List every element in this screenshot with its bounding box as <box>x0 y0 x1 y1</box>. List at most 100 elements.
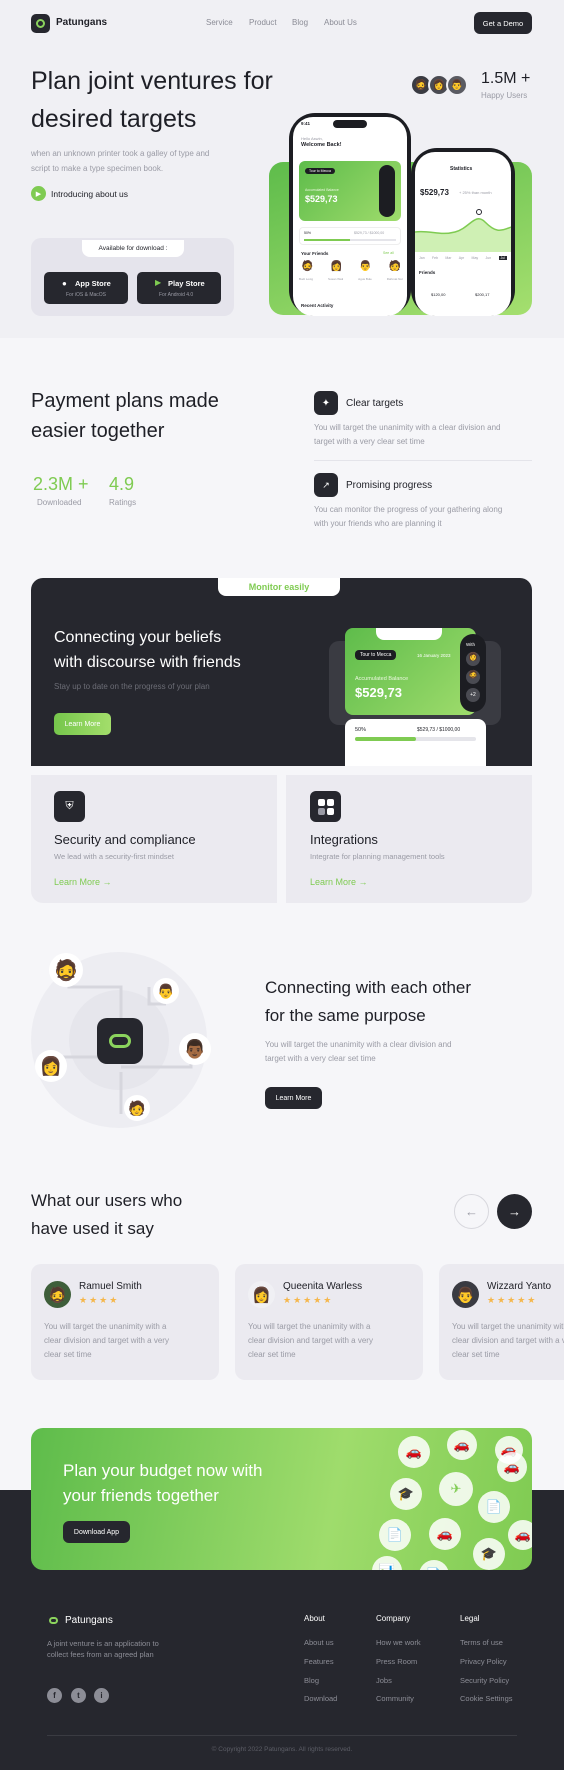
monitor-learn-more-button[interactable]: Learn More <box>54 713 111 735</box>
phone-welcome: Welcome Back! <box>301 142 342 148</box>
phone-progress-track <box>304 239 396 241</box>
friend-avatar: 🧑 <box>388 261 401 272</box>
footer-link[interactable]: Download <box>304 1694 337 1703</box>
rating-stars: ★★★★★ <box>283 1295 334 1305</box>
testimonial-line: You will target the unanimity with a <box>248 1322 371 1331</box>
integrations-desc: Integrate for planning management tools <box>310 852 445 861</box>
month-label: Mar <box>445 256 452 260</box>
hero-title-line2: desired targets <box>31 105 197 133</box>
connect-desc-line: target with a very clear set time <box>265 1054 376 1063</box>
footer-logo[interactable] <box>47 1614 60 1627</box>
testimonials-title-line1: What our users who <box>31 1191 183 1210</box>
play-store-button[interactable]: ▶ Play Store For Android 4.0 <box>137 272 221 304</box>
security-learn-more-link[interactable]: Learn More → <box>54 877 112 887</box>
footer-link[interactable]: Blog <box>304 1676 319 1685</box>
footer-link[interactable]: How we work <box>376 1638 421 1647</box>
monitor-date: 16 January 2023 <box>417 653 451 658</box>
phone-left: 9:41 Hello Aswin, Welcome Back! Tour to … <box>289 113 411 316</box>
testimonial-line: clear set time <box>452 1350 500 1359</box>
plane-icon: ✈ <box>439 1472 473 1506</box>
phone-right: Statistics $529,73 + 25% than month Jan F… <box>411 148 515 316</box>
feature-clear-targets-title: Clear targets <box>346 398 404 409</box>
document-icon: 📄 <box>478 1491 510 1523</box>
connect-learn-more-button[interactable]: Learn More <box>265 1087 322 1109</box>
footer-link[interactable]: Features <box>304 1657 334 1666</box>
nav-product[interactable]: Product <box>249 18 277 27</box>
payment-title-line2: easier together <box>31 420 165 442</box>
arrow-right-icon: → <box>102 877 112 887</box>
connect-desc-line: You will target the unanimity with a cle… <box>265 1040 452 1049</box>
monitor-with-label: With <box>466 642 475 647</box>
phone-friends-strip <box>379 165 395 217</box>
nav-about-us[interactable]: About Us <box>324 18 357 27</box>
grid-icon <box>310 791 341 822</box>
app-store-title: App Store <box>75 279 111 288</box>
phone-balance: $529,73 <box>305 194 338 204</box>
play-icon[interactable]: ▶ <box>31 186 46 201</box>
graduation-icon: 🎓 <box>473 1538 505 1570</box>
intro-link[interactable]: Introducing about us <box>51 189 128 199</box>
stats-friends-title: Friends <box>419 270 436 275</box>
footer-link[interactable]: Privacy Policy <box>460 1657 507 1666</box>
testimonial-avatar: 👩 <box>248 1281 275 1308</box>
download-app-button[interactable]: Download App <box>63 1521 130 1543</box>
testimonial-line: clear set time <box>44 1350 92 1359</box>
copyright: © Copyright 2022 Patungans. All rights r… <box>211 1746 353 1753</box>
phone-time: 9:41 <box>301 121 311 126</box>
get-demo-button[interactable]: Get a Demo <box>474 12 532 34</box>
nav-service[interactable]: Service <box>206 18 233 27</box>
testimonial-name: Wizzard Yanto <box>487 1281 552 1292</box>
monitor-more-count: +2 <box>466 688 480 702</box>
footer-link[interactable]: Security Policy <box>460 1676 509 1685</box>
footer-link[interactable]: Community <box>376 1694 414 1703</box>
footer-link[interactable]: Jobs <box>376 1676 392 1685</box>
phone-friends-title: Your Friends <box>301 251 329 256</box>
link-label: Learn More <box>310 877 357 887</box>
stats-title: Statistics <box>450 166 473 172</box>
brand-name[interactable]: Patungans <box>56 17 107 28</box>
ratings-label: Ratings <box>109 498 137 507</box>
monitor-balance-card: Tour to Mecca 16 January 2023 Accumulate… <box>345 628 476 715</box>
play-store-title: Play Store <box>168 279 205 288</box>
testimonial-text: You will target the unanimity with a clea… <box>248 1320 373 1362</box>
month-label: Jan <box>419 256 425 260</box>
next-arrow-button[interactable]: → <box>497 1194 532 1229</box>
footer-link[interactable]: Terms of use <box>460 1638 503 1647</box>
testimonial-text: You will target the unanimity with a clea… <box>452 1320 564 1362</box>
footer-brand[interactable]: Patungans <box>65 1615 113 1626</box>
member-avatar-3: 👨🏾 <box>179 1033 211 1065</box>
footer-link[interactable]: About us <box>304 1638 334 1647</box>
monitor-chip: Tour to Mecca <box>355 650 397 660</box>
nav-blog[interactable]: Blog <box>292 18 308 27</box>
testimonial-line: clear division and target with a very <box>44 1336 169 1345</box>
prev-arrow-button[interactable]: ← <box>454 1194 489 1229</box>
link-label: Learn More <box>54 877 101 887</box>
friend-avatar: 🧔 <box>301 261 314 272</box>
month-label: Jun <box>485 256 492 260</box>
app-store-button[interactable]: ● App Store For iOS & MacOS <box>44 272 128 304</box>
happy-users-value: 1.5M + <box>481 70 531 87</box>
instagram-icon[interactable]: i <box>94 1688 109 1703</box>
phone-progress-fill <box>304 239 350 241</box>
testimonial-line: clear division and target with a very <box>452 1336 564 1345</box>
monitor-balance: $529,73 <box>355 685 402 700</box>
link-icon <box>109 1034 131 1048</box>
hero-desc-line1: when an unknown printer took a galley of… <box>31 149 210 158</box>
connect-title: Connecting with each other for the same … <box>265 974 471 1030</box>
monitor-avatar: 👩 <box>466 652 480 666</box>
integrations-learn-more-link[interactable]: Learn More → <box>310 877 368 887</box>
twitter-icon[interactable]: t <box>71 1688 86 1703</box>
monitor-title-line2: with discourse with friends <box>54 654 241 671</box>
footer-link[interactable]: Press Room <box>376 1657 417 1666</box>
downloaded-value: 2.3M + <box>33 474 89 494</box>
phone-see-all[interactable]: See all <box>383 251 394 255</box>
feature-progress-desc: You can monitor the progress of your gat… <box>314 503 502 531</box>
phone-balance-label: Accumulated Balance <box>305 188 339 192</box>
brand-logo[interactable] <box>31 14 50 33</box>
monitor-tab[interactable]: Monitor easily <box>218 578 340 596</box>
facebook-icon[interactable]: f <box>47 1688 62 1703</box>
feature-desc-line: target with a very clear set time <box>314 437 425 446</box>
arrow-left-icon: ← <box>465 1204 478 1219</box>
footer-link[interactable]: Cookie Settings <box>460 1694 513 1703</box>
ratings-value: 4.9 <box>109 474 135 494</box>
